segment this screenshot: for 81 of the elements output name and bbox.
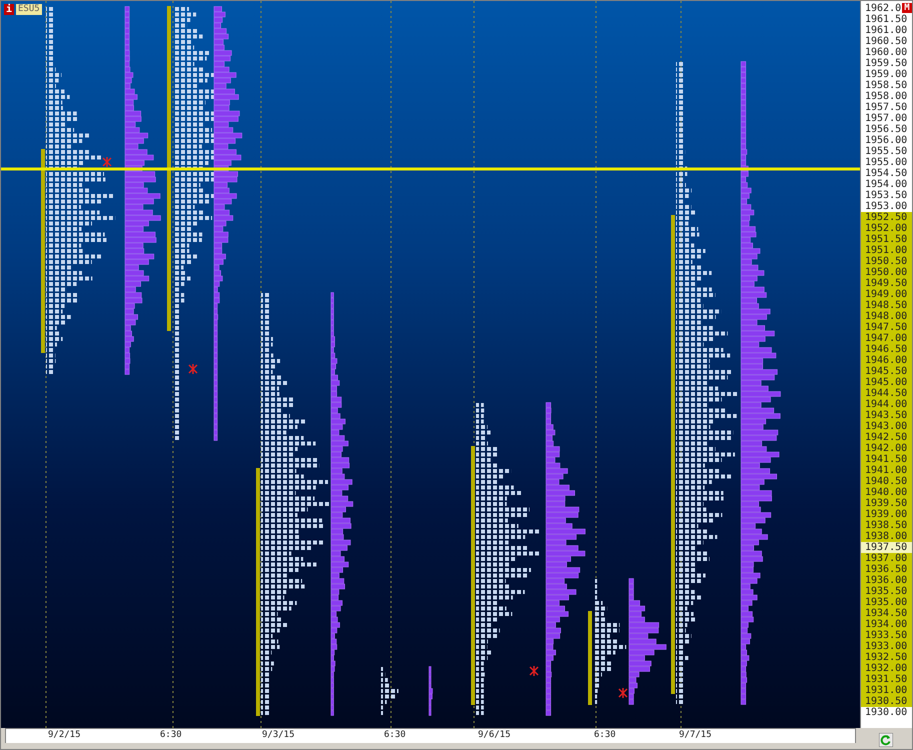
price-label: 1932.50 — [861, 652, 912, 663]
price-label: 1956.50 — [864, 124, 908, 135]
price-label: 1935.00 — [861, 597, 912, 608]
price-label: 1948.00 — [861, 311, 912, 322]
refresh-icon[interactable] — [879, 733, 893, 747]
time-label: 9/6/15 — [478, 730, 511, 741]
price-label: 1961.50 — [864, 14, 908, 25]
time-label: 9/3/15 — [262, 730, 295, 741]
price-label: 1952.50 — [861, 212, 912, 223]
price-label: 1945.00 — [861, 377, 912, 388]
price-label: 1948.50 — [861, 300, 912, 311]
price-label: 1955.00 — [864, 157, 908, 168]
price-label: 1938.00 — [861, 531, 912, 542]
price-label: 1939.00 — [861, 509, 912, 520]
price-label: 1937.50 — [861, 542, 912, 553]
time-label: 9/2/15 — [48, 730, 81, 741]
price-label: 1959.50 — [864, 58, 908, 69]
price-label: 1935.50 — [861, 586, 912, 597]
price-label: 1936.50 — [861, 564, 912, 575]
price-label: 1949.50 — [861, 278, 912, 289]
price-label: 1954.50 — [864, 168, 908, 179]
price-label: 1943.50 — [861, 410, 912, 421]
price-label: 1960.50 — [864, 36, 908, 47]
price-label: 1950.50 — [861, 256, 912, 267]
price-label: 1954.00 — [864, 179, 908, 190]
price-label: 1957.00 — [864, 113, 908, 124]
price-label: 1955.50 — [864, 146, 908, 157]
price-label: 1934.50 — [861, 608, 912, 619]
mode-badge[interactable]: M — [902, 3, 912, 13]
price-label: 1946.00 — [861, 355, 912, 366]
asterisk-icon — [618, 688, 628, 698]
price-label: 1932.00 — [861, 663, 912, 674]
price-label: 1950.00 — [861, 267, 912, 278]
time-label: 6:30 — [384, 730, 406, 741]
price-label: 1930.50 — [861, 696, 912, 707]
price-label: 1953.00 — [864, 201, 908, 212]
price-label: 1941.00 — [861, 465, 912, 476]
price-label: 1931.00 — [861, 685, 912, 696]
price-label: 1931.50 — [861, 674, 912, 685]
info-badge[interactable]: i — [4, 4, 14, 15]
price-label: 1934.00 — [861, 619, 912, 630]
price-label: 1930.00 — [864, 707, 908, 718]
time-label: 6:30 — [160, 730, 182, 741]
price-label: 1957.50 — [864, 102, 908, 113]
price-label: 1939.50 — [861, 498, 912, 509]
price-label: 1940.00 — [861, 487, 912, 498]
price-label: 1944.00 — [861, 399, 912, 410]
price-label: 1942.50 — [861, 432, 912, 443]
asterisk-icon — [188, 364, 198, 374]
price-label: 1933.00 — [861, 641, 912, 652]
price-label: 1937.00 — [861, 553, 912, 564]
price-label: 1941.50 — [861, 454, 912, 465]
price-label: 1947.50 — [861, 322, 912, 333]
price-label: 1943.00 — [861, 421, 912, 432]
price-label: 1933.50 — [861, 630, 912, 641]
price-label: 1945.50 — [861, 366, 912, 377]
price-label: 1958.00 — [864, 91, 908, 102]
price-label: 1962.0 — [864, 3, 901, 14]
price-label: 1959.00 — [864, 69, 908, 80]
price-label: 1951.00 — [861, 245, 912, 256]
time-label: 6:30 — [594, 730, 616, 741]
price-label: 1961.00 — [864, 25, 908, 36]
asterisk-icon — [529, 666, 539, 676]
time-label: 9/7/15 — [679, 730, 712, 741]
price-label: 1951.50 — [861, 234, 912, 245]
price-label: 1956.00 — [864, 135, 908, 146]
price-label: 1952.00 — [861, 223, 912, 234]
price-label: 1947.00 — [861, 333, 912, 344]
price-label: 1958.50 — [864, 80, 908, 91]
price-label: 1944.50 — [861, 388, 912, 399]
price-label: 1949.00 — [861, 289, 912, 300]
price-label: 1953.50 — [864, 190, 908, 201]
price-label: 1938.50 — [861, 520, 912, 531]
price-label: 1940.50 — [861, 476, 912, 487]
ticker-label: ESU5 — [16, 4, 42, 15]
price-label: 1960.00 — [864, 47, 908, 58]
tpo-profile-drawing — [381, 666, 433, 716]
price-label: 1946.50 — [861, 344, 912, 355]
price-label: 1942.00 — [861, 443, 912, 454]
price-label: 1936.00 — [861, 575, 912, 586]
asterisk-icon — [102, 157, 112, 167]
